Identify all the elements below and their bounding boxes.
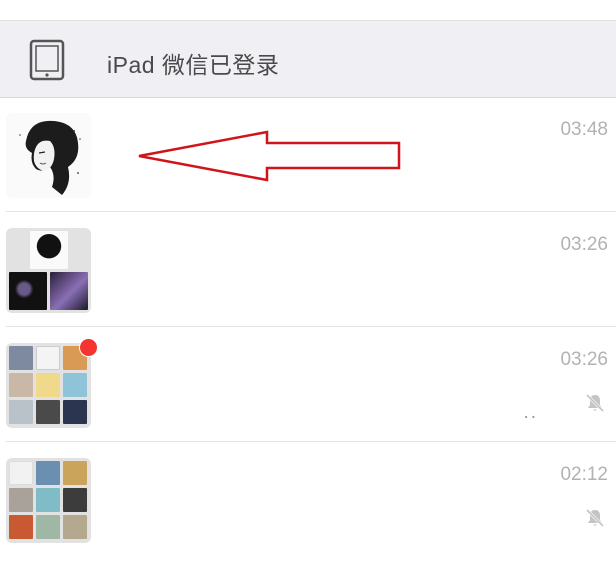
group-member-thumb (9, 373, 33, 397)
group-avatar[interactable] (6, 343, 91, 428)
group-member-thumb (9, 515, 33, 539)
group-member-thumb (36, 373, 60, 397)
portrait-avatar[interactable] (6, 113, 91, 198)
group-member-thumb (9, 272, 47, 310)
group-member-thumb (36, 461, 60, 485)
group-member-thumb (9, 488, 33, 512)
chat-row[interactable]: 03:48 (0, 98, 616, 212)
group-member-thumb (63, 400, 87, 424)
chat-time: 03:26 (560, 234, 608, 255)
group-avatar[interactable] (6, 458, 91, 543)
row-divider (6, 326, 616, 327)
wechat-chat-list: iPad 微信已登录 03:48 03:26 03:26 .. 02:12 (0, 0, 616, 563)
unread-badge-dot (79, 338, 98, 357)
group-member-thumb (50, 272, 88, 310)
group-member-thumb (63, 488, 87, 512)
group-member-thumb (36, 488, 60, 512)
message-preview: .. (523, 402, 538, 423)
group-member-thumb (9, 400, 33, 424)
chat-time: 02:12 (560, 464, 608, 485)
chat-row[interactable]: 03:26 (0, 213, 616, 327)
ipad-login-banner[interactable]: iPad 微信已登录 (0, 21, 616, 98)
group-member-thumb (63, 515, 87, 539)
chat-row[interactable]: 02:12 (0, 443, 616, 557)
top-strip (0, 0, 616, 21)
group-member-thumb (63, 373, 87, 397)
chat-time: 03:48 (560, 119, 608, 140)
group-member-thumb (36, 346, 60, 370)
row-divider (6, 441, 616, 442)
group-member-thumb (9, 461, 33, 485)
row-divider (6, 211, 616, 212)
mute-bell-icon (585, 508, 605, 528)
group-member-thumb (63, 461, 87, 485)
ipad-login-text: iPad 微信已登录 (107, 52, 280, 78)
mute-bell-icon (585, 393, 605, 413)
group-member-thumb (9, 346, 33, 370)
ipad-icon (29, 39, 65, 81)
group-member-thumb (29, 231, 68, 269)
group-avatar[interactable] (6, 228, 91, 313)
chat-time: 03:26 (560, 349, 608, 370)
portrait-image (6, 113, 91, 198)
group-member-thumb (36, 515, 60, 539)
group-member-thumb (36, 400, 60, 424)
